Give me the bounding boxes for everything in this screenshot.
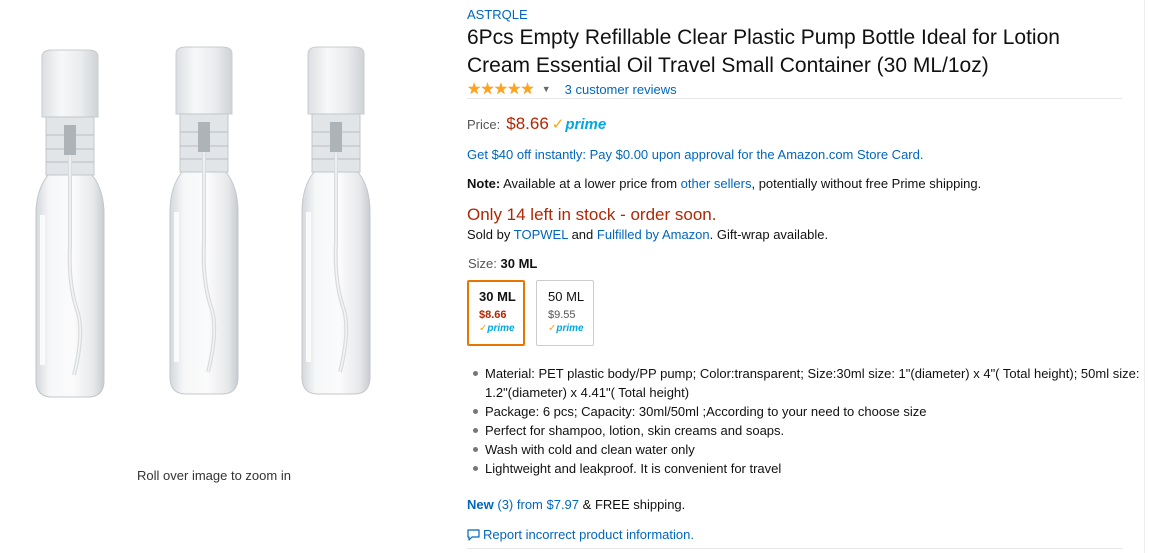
star-icon: ★ bbox=[493, 81, 508, 98]
new-offers: New (3) from $7.97 & FREE shipping. bbox=[467, 497, 685, 512]
prime-label: prime bbox=[565, 116, 607, 133]
size-option-price: $9.55 bbox=[548, 309, 576, 321]
feature-bullets: Material: PET plastic body/PP pump; Colo… bbox=[469, 364, 1145, 478]
rating-row: ★★★★★ ▼ 3 customer reviews bbox=[467, 80, 677, 98]
size-option-prime: ✓prime bbox=[548, 323, 593, 334]
lower-price-note: Note: Available at a lower price from ot… bbox=[467, 176, 981, 191]
size-option-50ml[interactable]: 50 ML $9.55 ✓prime bbox=[536, 280, 594, 346]
star-icon: ★ bbox=[480, 81, 494, 98]
image-block: Roll over image to zoom in bbox=[0, 0, 440, 553]
seller-link[interactable]: TOPWEL bbox=[514, 227, 568, 242]
report-info-link[interactable]: Report incorrect product information. bbox=[467, 527, 694, 542]
speech-bubble-icon bbox=[467, 528, 480, 541]
price-label: Price: bbox=[467, 117, 501, 132]
free-shipping-text: & FREE shipping. bbox=[582, 497, 686, 512]
feature-bullet: Wash with cold and clean water only bbox=[473, 440, 1145, 459]
zoom-hint: Roll over image to zoom in bbox=[137, 468, 291, 483]
note-label: Note: bbox=[467, 176, 501, 191]
new-count: (3) bbox=[497, 497, 514, 512]
prime-check-icon: ✓ bbox=[551, 116, 565, 133]
size-option-name: 30 ML bbox=[479, 289, 516, 304]
size-option-name: 50 ML bbox=[548, 289, 585, 304]
prime-label: prime bbox=[487, 323, 515, 334]
new-from-price: from $7.97 bbox=[516, 497, 580, 512]
feature-bullet: Material: PET plastic body/PP pump; Colo… bbox=[473, 364, 1145, 402]
sold-by: Sold by TOPWEL and Fulfilled by Amazon. … bbox=[467, 227, 828, 242]
feature-bullet: Perfect for shampoo, lotion, skin creams… bbox=[473, 421, 1145, 440]
page-edge-divider bbox=[1144, 0, 1145, 553]
size-selected-value: 30 ML bbox=[500, 256, 538, 271]
note-text-after: , potentially without free Prime shippin… bbox=[751, 176, 982, 191]
size-option-prime: ✓prime bbox=[479, 323, 524, 334]
chevron-down-icon[interactable]: ▼ bbox=[542, 84, 551, 94]
product-image[interactable] bbox=[30, 45, 400, 415]
note-text-before: Available at a lower price from bbox=[503, 176, 678, 191]
gift-wrap-text: . Gift-wrap available. bbox=[709, 227, 829, 242]
star-rating[interactable]: ★★★★★ bbox=[467, 79, 535, 99]
store-card-promo-link[interactable]: Get $40 off instantly: Pay $0.00 upon ap… bbox=[467, 147, 923, 162]
size-option-30ml[interactable]: 30 ML $8.66 ✓prime bbox=[467, 280, 525, 346]
stock-status: Only 14 left in stock - order soon. bbox=[467, 205, 717, 224]
price-row: Price: $8.66 ✓ prime bbox=[467, 114, 606, 134]
brand-link[interactable]: ASTRQLE bbox=[467, 7, 528, 22]
sold-by-prefix: Sold by bbox=[467, 227, 511, 242]
star-icon: ★ bbox=[507, 81, 521, 98]
star-icon: ★ bbox=[520, 81, 534, 98]
size-label-text: Size: bbox=[468, 256, 497, 271]
prime-badge: ✓ prime bbox=[552, 115, 606, 133]
new-label: New bbox=[467, 497, 494, 512]
other-sellers-link[interactable]: other sellers bbox=[681, 176, 752, 191]
size-option-price: $8.66 bbox=[479, 309, 507, 321]
divider bbox=[467, 548, 1122, 549]
feature-bullet: Lightweight and leakproof. It is conveni… bbox=[473, 459, 1145, 478]
size-label: Size: 30 ML bbox=[468, 256, 537, 271]
prime-label: prime bbox=[556, 323, 584, 334]
sold-by-and: and bbox=[571, 227, 594, 242]
fulfilled-by-amazon-link[interactable]: Fulfilled by Amazon bbox=[597, 227, 710, 242]
new-offers-link[interactable]: New (3) from $7.97 bbox=[467, 497, 579, 512]
product-title: 6Pcs Empty Refillable Clear Plastic Pump… bbox=[467, 26, 1060, 77]
divider bbox=[467, 98, 1122, 99]
customer-reviews-link[interactable]: 3 customer reviews bbox=[565, 82, 677, 97]
product-detail: ASTRQLE 6Pcs Empty Refillable Clear Plas… bbox=[467, 0, 1139, 553]
feature-bullet: Package: 6 pcs; Capacity: 30ml/50ml ;Acc… bbox=[473, 402, 1145, 421]
star-icon: ★ bbox=[467, 81, 481, 98]
report-text: Report incorrect product information. bbox=[483, 527, 694, 542]
price-value: $8.66 bbox=[506, 114, 549, 133]
